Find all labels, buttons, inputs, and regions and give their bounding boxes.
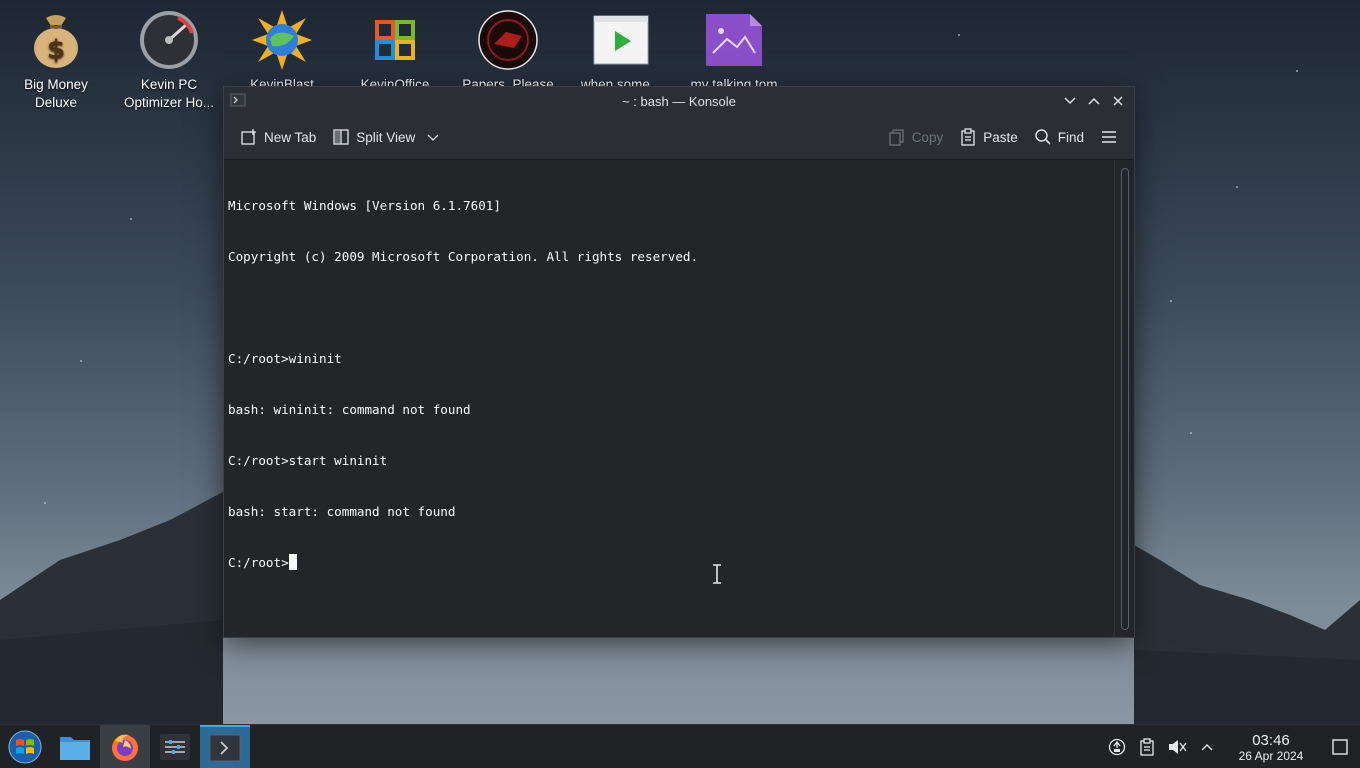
find-button[interactable]: Find — [1026, 122, 1092, 152]
windows-orb-icon — [8, 730, 42, 763]
new-tab-label: New Tab — [264, 129, 317, 145]
clock-time: 03:46 — [1252, 731, 1290, 749]
taskbar-file-manager[interactable] — [50, 725, 100, 768]
tray-expand[interactable] — [1192, 725, 1222, 768]
taskbar-konsole[interactable] — [200, 724, 250, 768]
hamburger-menu-button[interactable] — [1092, 122, 1126, 152]
split-view-button[interactable]: Split View — [324, 122, 449, 152]
terminal-output[interactable]: Microsoft Windows [Version 6.1.7601] Cop… — [224, 160, 1114, 637]
video-file-icon — [589, 8, 653, 72]
copy-button[interactable]: Copy — [880, 122, 952, 152]
desktop-icon-papers-please[interactable]: Papers, Please — [452, 8, 564, 94]
terminal-line: C:/root>wininit — [228, 351, 342, 366]
image-file-icon — [702, 8, 766, 72]
terminal-line: C:/root>start wininit — [228, 453, 388, 468]
taskbar-firefox[interactable] — [100, 724, 150, 768]
office-logo-icon — [363, 8, 427, 72]
tray-clipboard[interactable] — [1132, 725, 1162, 768]
copy-icon — [889, 129, 904, 146]
hamburger-menu-icon — [1102, 131, 1116, 143]
terminal-line: bash: wininit: command not found — [228, 402, 471, 417]
show-desktop-button[interactable] — [1320, 725, 1360, 768]
terminal-line: Copyright (c) 2009 Microsoft Corporation… — [228, 249, 699, 264]
copy-label: Copy — [911, 129, 944, 145]
system-tray: 03:46 26 Apr 2024 — [1102, 725, 1360, 768]
search-icon — [1035, 129, 1051, 145]
desktop-icon-when-some[interactable]: when some... — [565, 8, 677, 94]
firefox-icon — [112, 734, 138, 761]
split-view-label: Split View — [356, 129, 416, 145]
svg-text:$: $ — [47, 35, 65, 65]
desktop-icon-label: Big Money Deluxe — [24, 77, 88, 110]
window-titlebar[interactable]: ~ : bash — Konsole — [224, 87, 1134, 115]
sun-globe-icon — [250, 8, 314, 72]
taskbar-system-settings[interactable] — [150, 725, 200, 768]
terminal-scrollbar[interactable] — [1114, 160, 1134, 637]
papers-please-seal-icon — [476, 8, 540, 72]
taskbar: 03:46 26 Apr 2024 — [0, 724, 1360, 768]
chevron-down-icon[interactable] — [425, 129, 441, 145]
terminal-prompt: C:/root> — [228, 555, 289, 570]
desktop-icon-my-talking-tom[interactable]: my talking tom — [678, 8, 790, 94]
terminal-icon — [209, 734, 241, 761]
close-button[interactable] — [1108, 91, 1128, 111]
speedometer-icon — [137, 8, 201, 72]
split-view-icon — [333, 129, 349, 145]
desktop-icon-label: Kevin PC Optimizer Ho... — [123, 77, 215, 110]
paste-label: Paste — [983, 129, 1018, 145]
terminal-line: bash: start: command not found — [228, 504, 456, 519]
find-label: Find — [1057, 129, 1084, 145]
konsole-window[interactable]: ~ : bash — Konsole New Tab Split View Co… — [223, 86, 1135, 638]
chevron-up-icon — [1201, 744, 1213, 751]
maximize-button[interactable] — [1084, 91, 1104, 111]
desktop-icon-kevinblast[interactable]: KevinBlast — [226, 8, 338, 94]
new-tab-icon — [241, 129, 256, 145]
settings-sliders-icon — [160, 733, 190, 760]
network-icon — [1108, 738, 1126, 756]
ibeam-cursor-icon — [713, 564, 721, 584]
terminal-prompt-line[interactable]: C:/root> — [228, 554, 1110, 571]
terminal-app-icon — [230, 92, 246, 108]
paste-button[interactable]: Paste — [951, 122, 1026, 152]
money-bag-icon: $ — [24, 8, 88, 72]
volume-muted-icon — [1169, 740, 1187, 754]
text-cursor — [288, 554, 297, 570]
tray-network[interactable] — [1102, 725, 1132, 768]
show-desktop-icon — [1332, 739, 1348, 755]
terminal-line: Microsoft Windows [Version 6.1.7601] — [228, 198, 501, 213]
window-title: ~ : bash — Konsole — [622, 93, 736, 109]
paste-icon — [961, 128, 975, 146]
folder-icon — [60, 736, 90, 760]
clipboard-icon — [1140, 738, 1154, 756]
clock-date: 26 Apr 2024 — [1238, 748, 1304, 763]
minimize-button[interactable] — [1060, 91, 1080, 111]
scrollbar-thumb[interactable] — [1121, 168, 1129, 630]
start-menu-button[interactable] — [0, 725, 50, 768]
tray-volume[interactable] — [1162, 725, 1192, 768]
desktop-icon-kevinoffice[interactable]: KevinOffice — [339, 8, 451, 94]
digital-clock[interactable]: 03:46 26 Apr 2024 — [1228, 732, 1314, 763]
new-tab-button[interactable]: New Tab — [232, 122, 324, 152]
desktop-icon-kevin-pc-optimizer[interactable]: Kevin PC Optimizer Ho... — [113, 8, 225, 112]
konsole-toolbar: New Tab Split View Copy Paste Find — [224, 115, 1134, 160]
desktop-icon-big-money-deluxe[interactable]: $ Big Money Deluxe — [0, 8, 112, 112]
